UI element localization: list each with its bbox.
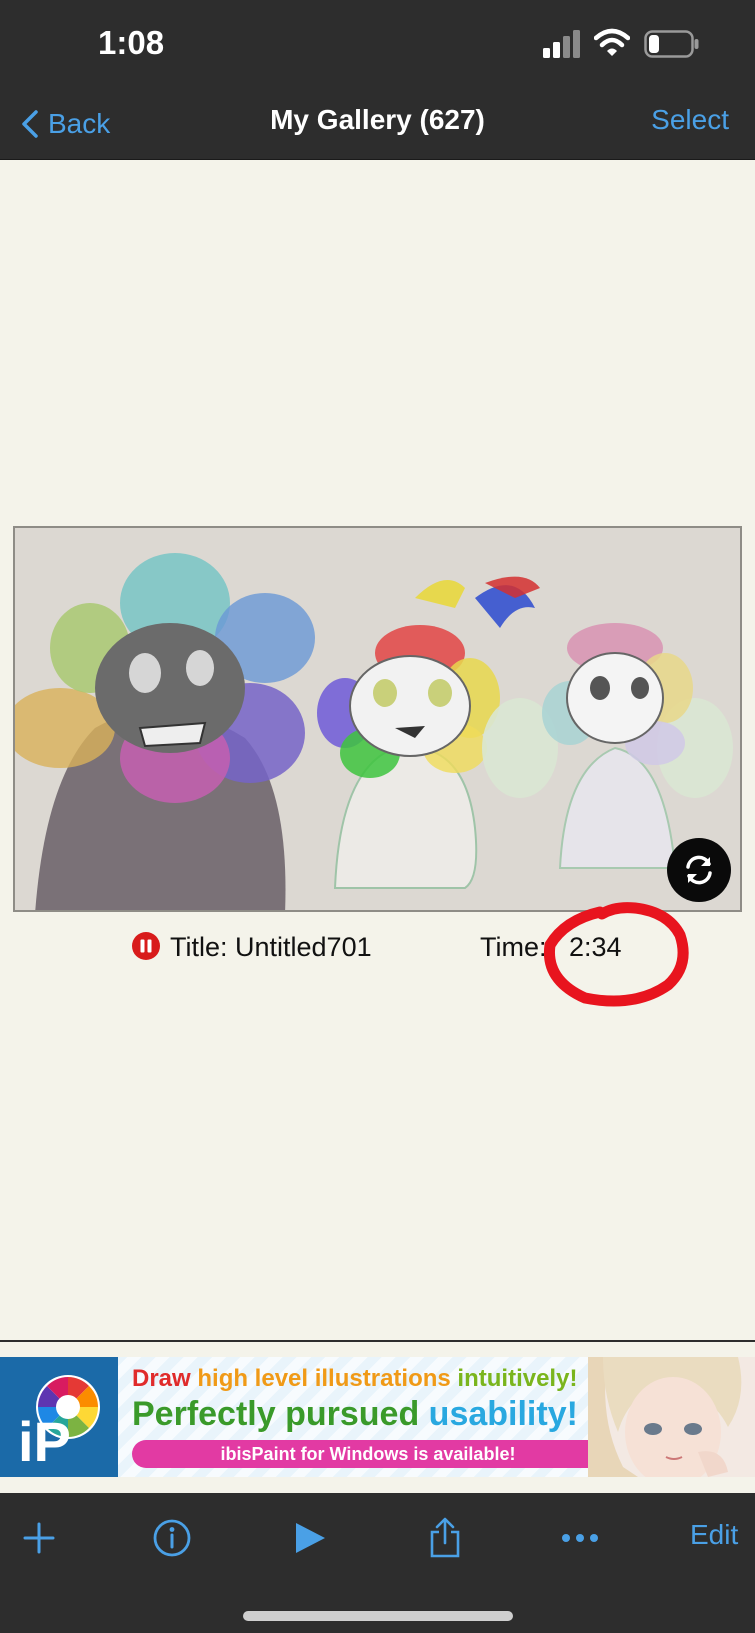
navigation-bar: Back My Gallery (627) Select xyxy=(0,90,755,160)
share-icon xyxy=(430,1517,460,1558)
time-label: Time: xyxy=(480,932,547,962)
ad-tagline-word1: Perfectly pursued xyxy=(132,1395,420,1433)
more-button[interactable] xyxy=(555,1513,605,1563)
ad-tagline-word2: usability! xyxy=(428,1395,578,1433)
status-bar: 1:08 xyxy=(0,0,755,90)
status-time: 1:08 xyxy=(98,24,165,61)
logo-text: iP xyxy=(18,1410,71,1473)
ad-headline-word3: intuitively! xyxy=(457,1365,578,1392)
red-circle-annotation xyxy=(543,902,689,1007)
ad-headline-word2: high level illustrations xyxy=(197,1365,451,1392)
ad-headline: Draw high level illustrations intuitivel… xyxy=(132,1365,577,1393)
more-icon xyxy=(562,1534,598,1542)
share-button[interactable] xyxy=(420,1513,470,1563)
battery-icon xyxy=(644,30,699,58)
select-button[interactable]: Select xyxy=(651,104,729,136)
ad-tagline: Perfectly pursued usability! xyxy=(132,1395,578,1434)
home-indicator[interactable] xyxy=(243,1611,513,1621)
rotate-button[interactable] xyxy=(667,838,731,902)
page-title: My Gallery (627) xyxy=(270,104,485,135)
info-icon xyxy=(153,1519,191,1557)
wifi-icon xyxy=(594,28,630,56)
info-button[interactable] xyxy=(147,1513,197,1563)
ad-banner[interactable]: iP Draw high level illustrations intuiti… xyxy=(0,1357,755,1477)
artwork-title: Title: Untitled701 xyxy=(170,932,372,962)
ad-availability-pill: ibisPaint for Windows is available! xyxy=(132,1440,604,1468)
play-icon xyxy=(296,1523,325,1553)
add-button[interactable] xyxy=(14,1513,64,1563)
ibispaint-logo: iP xyxy=(0,1357,118,1477)
plus-icon xyxy=(23,1522,55,1554)
ad-character-portrait xyxy=(588,1357,755,1477)
edit-button[interactable]: Edit xyxy=(690,1519,738,1551)
artwork-drawing xyxy=(15,528,740,910)
cellular-signal-icon xyxy=(543,30,580,58)
ad-divider xyxy=(0,1340,755,1342)
ad-headline-word1: Draw xyxy=(132,1365,191,1392)
artwork-image[interactable] xyxy=(13,526,742,912)
rotate-icon xyxy=(686,855,712,885)
recording-paused-icon xyxy=(132,932,160,960)
play-button[interactable] xyxy=(285,1513,335,1563)
